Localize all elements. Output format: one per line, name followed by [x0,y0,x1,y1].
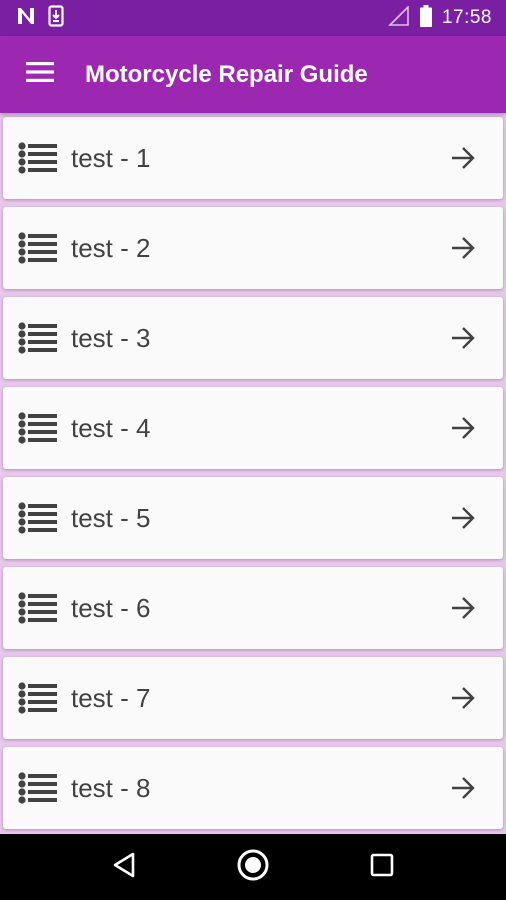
recents-button[interactable] [352,837,412,897]
arrow-right-icon[interactable] [423,416,503,440]
list-bullet-icon [3,682,71,714]
home-button[interactable] [223,837,283,897]
arrow-right-icon[interactable] [423,236,503,260]
navigation-bar [0,834,506,900]
download-notification-icon [48,4,64,32]
status-notifications [0,4,64,32]
list-item-label: test - 2 [71,232,151,263]
list-item-label: test - 5 [71,502,151,533]
list-bullet-icon [3,232,71,264]
list-bullet-icon [3,412,71,444]
list-item-label: test - 1 [71,142,151,173]
status-system: 17:58 [388,4,506,32]
arrow-right-icon[interactable] [423,776,503,800]
recents-icon [370,853,394,882]
list-bullet-icon [3,772,71,804]
list-item[interactable]: test - 6 [3,567,503,649]
guide-list: test - 1 test - 2 test - 3 test - 4 test… [0,113,506,834]
home-icon [236,848,270,887]
menu-button[interactable] [0,36,80,113]
hamburger-menu-icon [26,62,54,87]
list-item-label: test - 7 [71,682,151,713]
list-item[interactable]: test - 8 [3,747,503,829]
app-bar: Motorcycle Repair Guide [0,36,506,113]
list-item-label: test - 8 [71,772,151,803]
page-title: Motorcycle Repair Guide [85,60,368,88]
status-bar: 17:58 [0,0,506,36]
list-item-label: test - 6 [71,592,151,623]
list-item[interactable]: test - 2 [3,207,503,289]
list-item[interactable]: test - 7 [3,657,503,739]
arrow-right-icon[interactable] [423,506,503,530]
list-item-label: test - 3 [71,322,151,353]
list-item[interactable]: test - 3 [3,297,503,379]
list-item[interactable]: test - 1 [3,117,503,199]
n-notification-icon [16,7,36,30]
list-item-label: test - 4 [71,412,151,443]
list-item[interactable]: test - 5 [3,477,503,559]
battery-icon [419,4,432,32]
arrow-right-icon[interactable] [423,146,503,170]
arrow-right-icon[interactable] [423,596,503,620]
status-time: 17:58 [441,7,492,28]
arrow-right-icon[interactable] [423,326,503,350]
list-bullet-icon [3,592,71,624]
list-bullet-icon [3,322,71,354]
list-bullet-icon [3,142,71,174]
arrow-right-icon[interactable] [423,686,503,710]
back-icon [111,851,137,884]
signal-icon [388,4,410,31]
list-bullet-icon [3,502,71,534]
list-item[interactable]: test - 4 [3,387,503,469]
back-button[interactable] [94,837,154,897]
